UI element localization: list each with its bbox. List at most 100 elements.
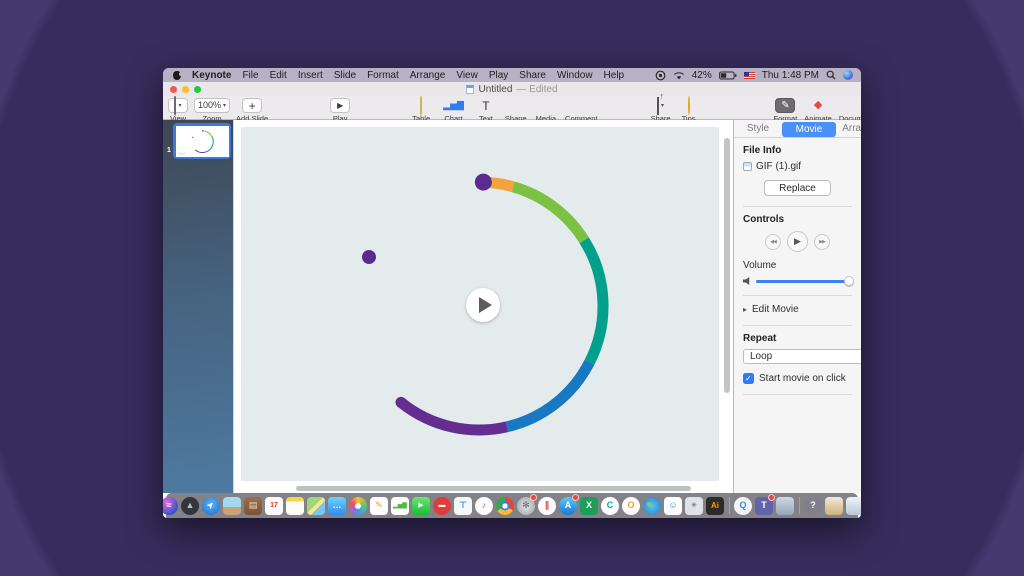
menu-edit[interactable]: Edit — [270, 70, 287, 81]
contacts-tile: ▤ — [244, 497, 262, 515]
shutter-icon[interactable] — [655, 70, 666, 81]
volume-slider[interactable] — [756, 280, 852, 283]
dock-illustrator-icon[interactable]: Ai — [706, 496, 725, 515]
rewind-button[interactable]: ◀◀ — [765, 234, 781, 250]
play-icon: ▶ — [337, 102, 343, 110]
dock-keynote-icon[interactable]: ⊤ — [454, 496, 473, 515]
mac-screen: Keynote File Edit Insert Slide Format Arrange V… — [163, 68, 861, 518]
chart-icon: ▂▅▇ — [443, 101, 464, 110]
dock-contacts-icon[interactable]: ▤ — [244, 496, 263, 515]
divider — [743, 394, 852, 395]
menu-window[interactable]: Window — [557, 70, 593, 81]
edit-movie-row[interactable]: ▸ Edit Movie — [734, 296, 861, 315]
notes-tile — [286, 497, 304, 515]
menu-format[interactable]: Format — [367, 70, 399, 81]
slide-navigator-item-1[interactable]: 1 000 — [163, 120, 233, 159]
start-movie-checkbox[interactable]: ✓ — [743, 373, 754, 384]
volume-slider-knob[interactable] — [844, 276, 854, 286]
menu-play[interactable]: Play — [489, 70, 508, 81]
messages-glyph: … — [333, 501, 342, 510]
dock-messages-icon[interactable]: … — [328, 496, 347, 515]
vertical-scrollbar[interactable] — [724, 138, 730, 393]
tab-movie[interactable]: Movie — [782, 122, 836, 137]
menu-items: Keynote File Edit Insert Slide Format Arrange V… — [192, 70, 624, 81]
siri-glyph: ≈ — [167, 501, 172, 510]
volume-row — [743, 277, 852, 285]
fast-forward-button[interactable]: ▶▶ — [814, 234, 830, 250]
dock-itunes-icon[interactable]: ♪ — [475, 496, 494, 515]
menu-help[interactable]: Help — [604, 70, 625, 81]
repeat-label: Repeat — [743, 333, 852, 344]
dock-office-icon[interactable]: O — [622, 496, 641, 515]
contacts-glyph: ▤ — [249, 501, 258, 510]
animate-icon: ◆ — [814, 100, 822, 111]
movie-play-overlay-button[interactable] — [466, 288, 500, 322]
menu-arrange[interactable]: Arrange — [410, 70, 446, 81]
dock-maps-icon[interactable] — [307, 496, 326, 515]
disclosure-triangle-icon[interactable]: ▸ — [743, 305, 747, 314]
dock-quicktime-icon[interactable]: Q — [734, 496, 753, 515]
siri-tile: ≈ — [163, 497, 178, 515]
tab-arrange[interactable]: Arrange — [836, 120, 861, 137]
window-titlebar[interactable]: Untitled — Edited — [163, 82, 861, 96]
no-entry-glyph: ▬ — [439, 502, 446, 509]
keynote-tile: ⊤ — [454, 497, 472, 515]
document-proxy-icon[interactable] — [466, 85, 474, 94]
slide-navigator[interactable]: 1 000 — [163, 120, 233, 493]
dock-app-store-icon[interactable]: A — [559, 496, 578, 515]
dock-facetime-icon[interactable]: ▶ — [412, 496, 431, 515]
dock-excel-icon[interactable]: X — [580, 496, 599, 515]
dock-teams-icon[interactable]: T — [755, 496, 774, 515]
menu-share[interactable]: Share — [519, 70, 546, 81]
menu-clock[interactable]: Thu 1:48 PM — [762, 70, 819, 81]
dock-siri-icon[interactable]: ≈ — [163, 496, 179, 515]
tab-style[interactable]: Style — [734, 120, 782, 137]
dock-earth-icon[interactable] — [643, 496, 662, 515]
dock-safari-icon[interactable]: ➤ — [202, 496, 221, 515]
dock-launchpad-icon[interactable]: ▲ — [181, 496, 200, 515]
dock-satellite-icon[interactable]: ✴ — [685, 496, 704, 515]
no-entry-tile: ▬ — [433, 497, 451, 515]
search-icon[interactable] — [826, 70, 836, 80]
siri-icon[interactable] — [843, 70, 853, 80]
replace-button[interactable]: Replace — [764, 180, 831, 196]
menu-file[interactable]: File — [242, 70, 258, 81]
view-panel-icon — [174, 97, 176, 115]
dock-numbers-icon[interactable]: ▂▅▇ — [391, 496, 410, 515]
dock-minimized-window-2-icon[interactable] — [846, 496, 862, 515]
dock-preview-icon[interactable] — [223, 496, 242, 515]
dock-no-entry-icon[interactable]: ▬ — [433, 496, 452, 515]
dock-pages-icon[interactable]: ✎ — [370, 496, 389, 515]
menu-view[interactable]: View — [456, 70, 478, 81]
dock-separator-1 — [729, 497, 730, 514]
dock-calendar-icon[interactable]: 17 — [265, 496, 284, 515]
menu-slide[interactable]: Slide — [334, 70, 356, 81]
us-flag-icon[interactable] — [744, 72, 755, 79]
dock-notes-icon[interactable] — [286, 496, 305, 515]
file-info-section: File Info GIF (1).gif Replace — [734, 138, 861, 207]
menu-insert[interactable]: Insert — [298, 70, 323, 81]
dock-photos-icon[interactable] — [349, 496, 368, 515]
table-icon — [420, 97, 422, 115]
slide-thumbnail[interactable]: 000 — [176, 126, 229, 157]
dock-minimized-window-1-icon[interactable] — [825, 496, 844, 515]
slide-canvas[interactable] — [233, 120, 733, 493]
menu-keynote[interactable]: Keynote — [192, 70, 231, 81]
dock-camtasia-icon[interactable]: C — [601, 496, 620, 515]
window-preview-tile — [776, 497, 794, 515]
wifi-icon[interactable] — [673, 71, 685, 80]
facetime-tile: ▶ — [412, 497, 430, 515]
dock-system-preferences-icon[interactable]: ✻ — [517, 496, 536, 515]
dock-chrome-icon[interactable] — [496, 496, 515, 515]
horizontal-scrollbar[interactable] — [296, 486, 691, 491]
dock-communicator-icon[interactable]: ☺ — [664, 496, 683, 515]
parallels-tile: ∥ — [538, 497, 556, 515]
repeat-dropdown[interactable]: Loop — [743, 349, 861, 364]
dock-window-preview-icon[interactable] — [776, 496, 795, 515]
play-button[interactable]: ▶ — [787, 231, 808, 252]
slide-thumbnail-selected[interactable]: 000 — [173, 123, 231, 159]
dock-help-icon[interactable]: ? — [804, 496, 823, 515]
dock-parallels-icon[interactable]: ∥ — [538, 496, 557, 515]
apple-menu-icon[interactable] — [173, 71, 181, 80]
slide[interactable] — [241, 127, 719, 481]
